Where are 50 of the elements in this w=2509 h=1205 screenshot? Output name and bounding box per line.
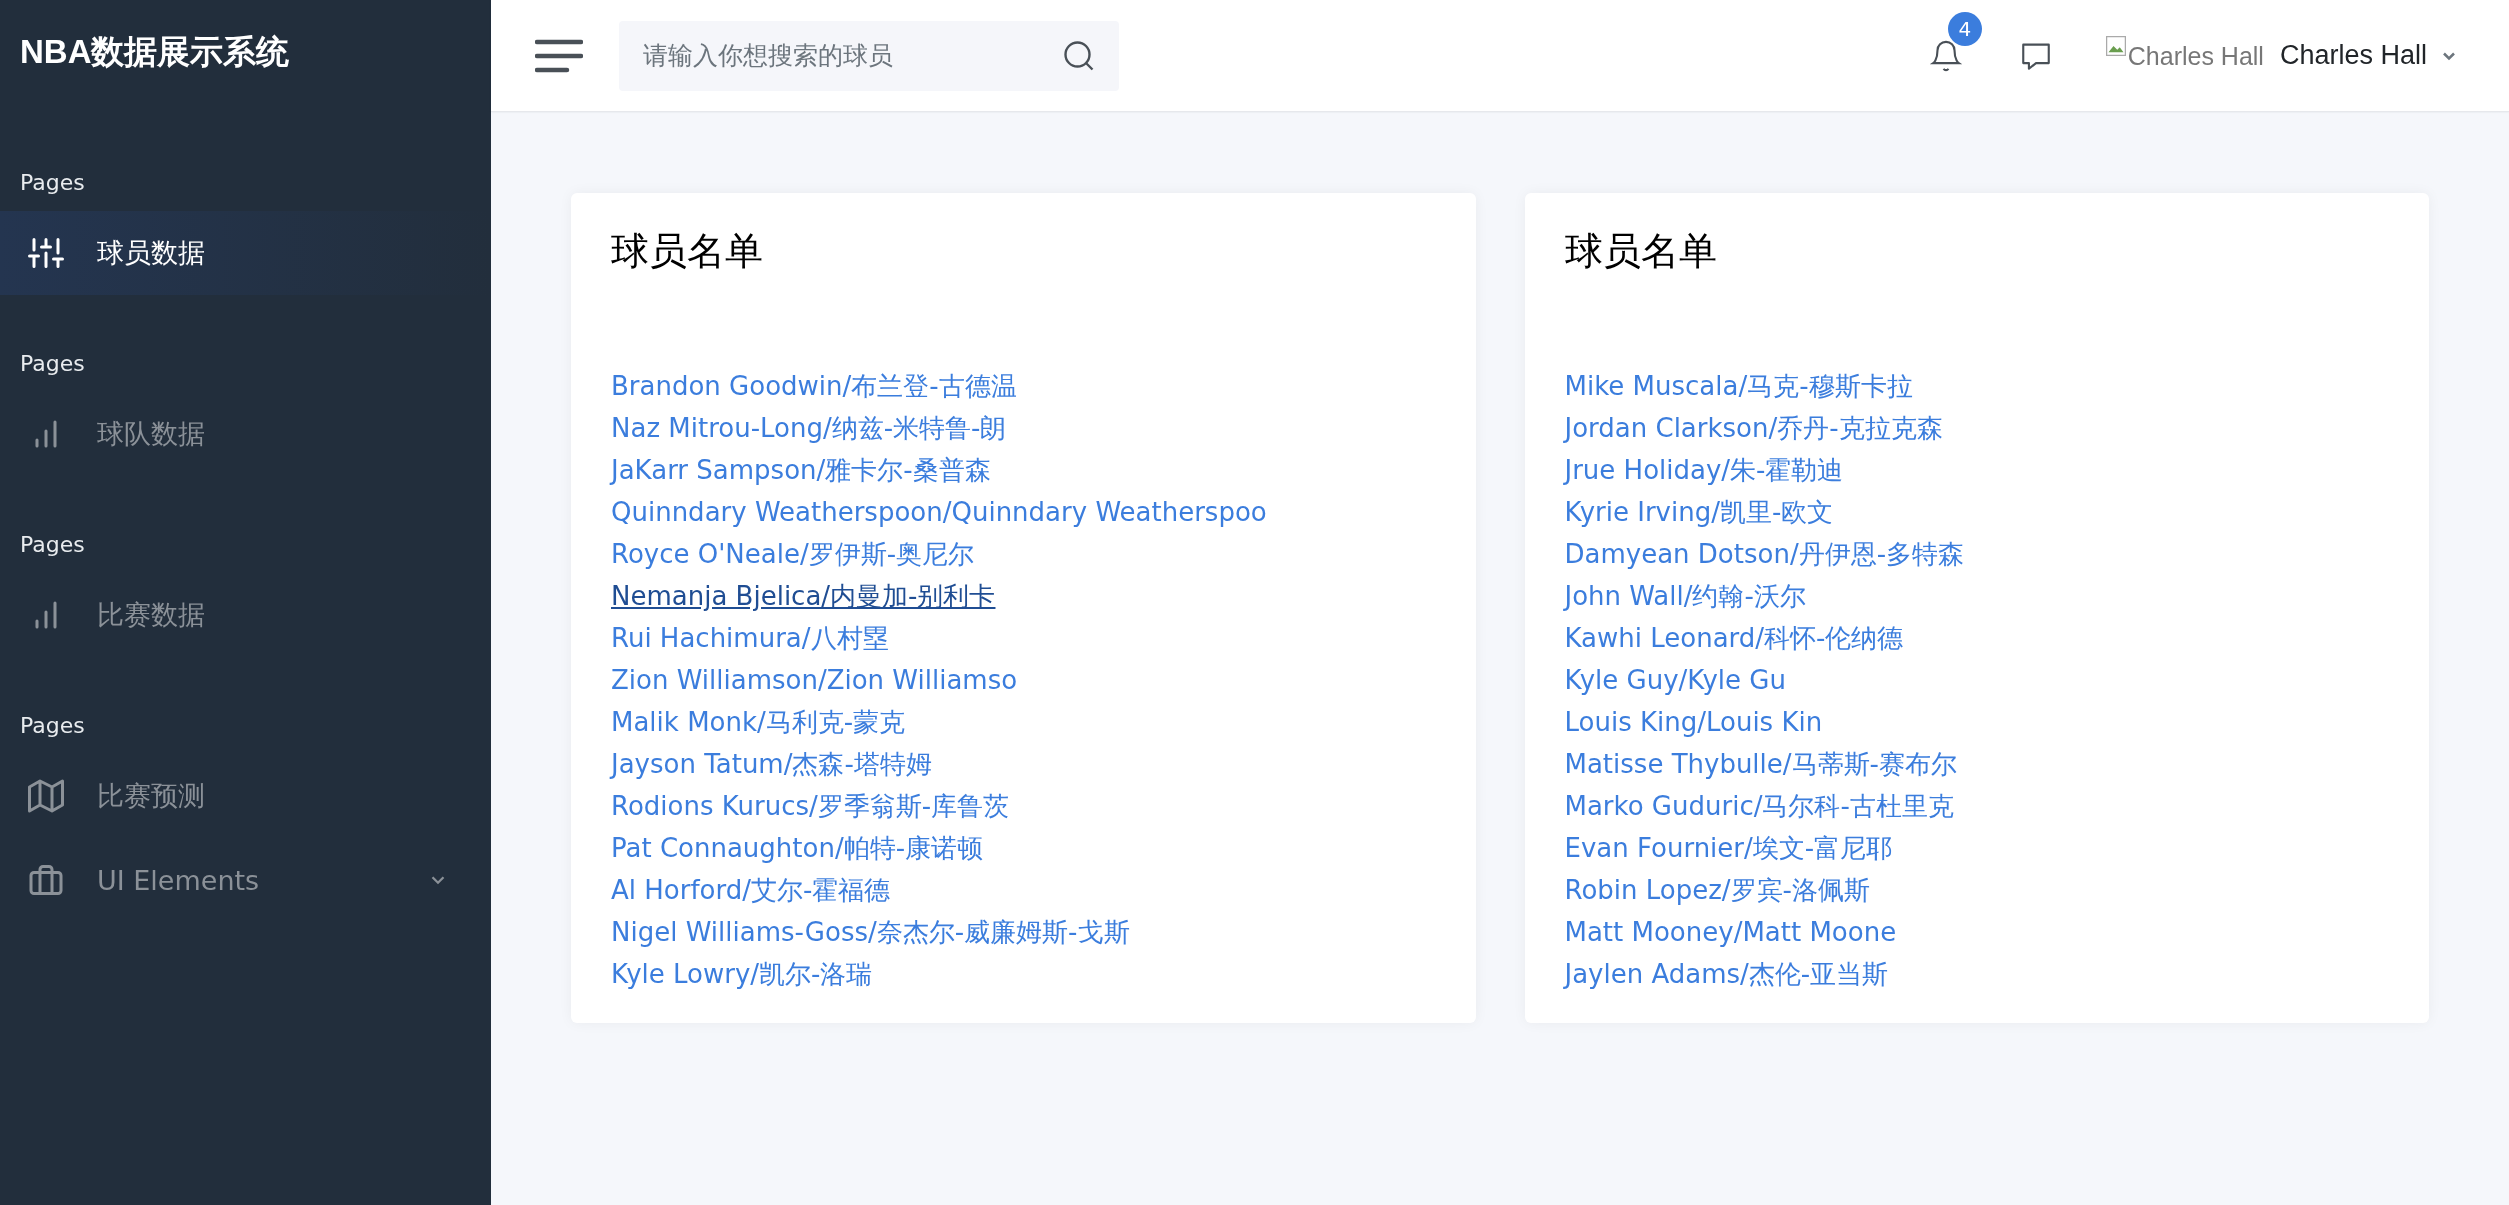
player-link[interactable]: Jayson Tatum/杰森-塔特姆 [611, 743, 932, 785]
player-link[interactable]: Kyle Lowry/凯尔-洛瑞 [611, 953, 873, 995]
player-link[interactable]: Zion Williamson/Zion Williamso [611, 659, 1018, 701]
menu-icon[interactable] [535, 37, 583, 74]
sliders-icon [28, 235, 64, 271]
player-link[interactable]: Rodions Kurucs/罗季翁斯-库鲁茨 [611, 785, 1010, 827]
player-link[interactable]: Rui Hachimura/八村塁 [611, 617, 889, 659]
player-link[interactable]: Kyrie Irving/凯里-欧文 [1564, 491, 1834, 533]
player-link[interactable]: JaKarr Sampson/雅卡尔-桑普森 [611, 449, 991, 491]
player-link[interactable]: Nemanja Bjelica/内曼加-别利卡 [611, 575, 996, 617]
player-link[interactable]: Louis King/Louis Kin [1564, 701, 1823, 743]
player-link[interactable]: Nigel Williams-Goss/奈杰尔-威廉姆斯-戈斯 [611, 911, 1130, 953]
player-link[interactable]: Jaylen Adams/杰伦-亚当斯 [1564, 953, 1889, 995]
player-link[interactable]: Brandon Goodwin/布兰登-古德温 [611, 365, 1017, 407]
player-link[interactable]: John Wall/约翰-沃尔 [1564, 575, 1806, 617]
section-heading: Pages [19, 350, 86, 378]
player-link[interactable]: Kawhi Leonard/科怀-伦纳德 [1564, 617, 1904, 659]
player-link[interactable]: Marko Guduric/马尔科-古杜里克 [1564, 785, 1954, 827]
sidebar-item[interactable]: 比赛数据 [0, 573, 491, 657]
player-link[interactable]: Malik Monk/马利克-蒙克 [611, 701, 906, 743]
player-link[interactable]: Matisse Thybulle/马蒂斯-赛布尔 [1564, 743, 1957, 785]
brand-title: NBA数据展示系统 [19, 32, 291, 72]
player-link[interactable]: Evan Fournier/埃文-富尼耶 [1564, 827, 1893, 869]
player-link[interactable]: Robin Lopez/罗宾-洛佩斯 [1564, 869, 1870, 911]
player-link[interactable]: Quinndary Weatherspoon/Quinndary Weatherspoo [611, 491, 1267, 533]
card-title: 球员名单 [611, 228, 764, 275]
player-link[interactable]: Jrue Holiday/朱-霍勒迪 [1564, 449, 1844, 491]
sidebar-item[interactable]: 比赛预测 [0, 754, 491, 838]
player-link[interactable]: Mike Muscala/马克-穆斯卡拉 [1564, 365, 1913, 407]
avatar-alt-text: Charles Hall [2127, 40, 2264, 72]
player-link[interactable]: Damyean Dotson/丹伊恩-多特森 [1564, 533, 1965, 575]
player-link[interactable]: Royce O'Neale/罗伊斯-奥尼尔 [611, 533, 975, 575]
player-link[interactable]: Pat Connaughton/帕特-康诺顿 [611, 827, 984, 869]
search-field[interactable]: 请输入你想搜索的球员 [619, 20, 1119, 91]
card-title: 球员名单 [1564, 228, 1718, 275]
player-link[interactable]: Naz Mitrou-Long/纳兹-米特鲁-朗 [611, 407, 1007, 449]
sidebar-item[interactable]: 球队数据 [0, 392, 491, 476]
map-icon [28, 778, 64, 814]
section-heading: Pages [19, 712, 86, 740]
player-link[interactable]: Al Horford/艾尔-霍福德 [611, 869, 891, 911]
player-link[interactable]: Kyle Guy/Kyle Gu [1564, 659, 1786, 701]
notification-badge: 4 [1947, 11, 1982, 46]
briefcase-icon [28, 862, 64, 898]
player-link[interactable]: Matt Mooney/Matt Moone [1564, 911, 1897, 953]
section-heading: Pages [19, 169, 86, 197]
user-menu[interactable]: Charles Hall [2279, 40, 2459, 71]
sidebar-item[interactable]: UI Elements [0, 838, 491, 922]
section-heading: Pages [19, 531, 86, 559]
player-link[interactable]: Jordan Clarkson/乔丹-克拉克森 [1564, 407, 1943, 449]
broken-image-icon [2105, 35, 2126, 56]
